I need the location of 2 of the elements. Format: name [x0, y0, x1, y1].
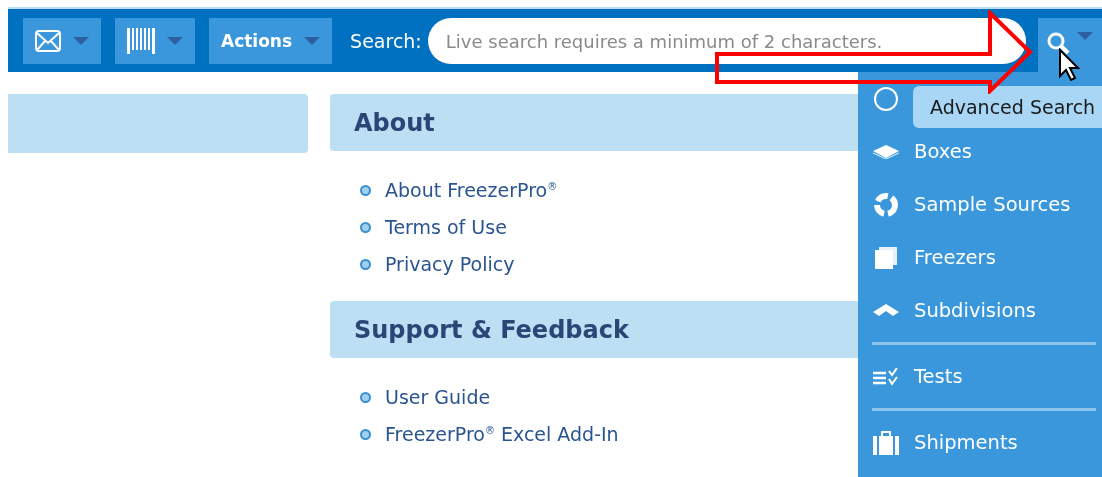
search-label: Search: [350, 30, 422, 52]
tooltip: Advanced Search [913, 86, 1102, 128]
